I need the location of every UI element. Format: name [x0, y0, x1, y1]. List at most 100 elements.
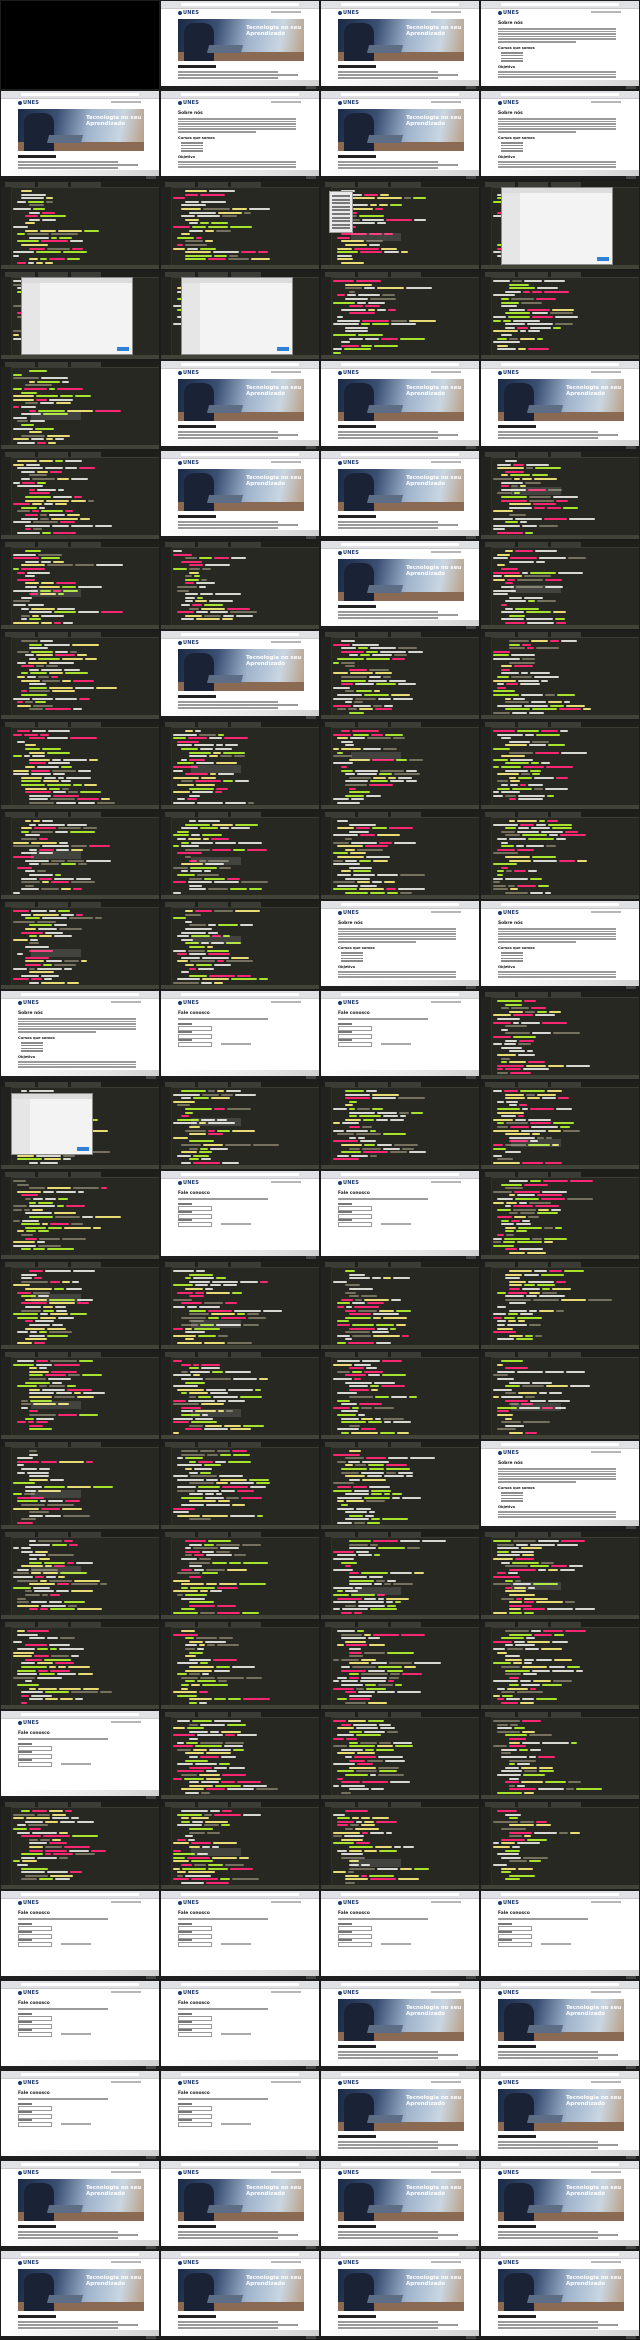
- context-menu[interactable]: [329, 191, 353, 233]
- site-logo[interactable]: UNES: [183, 640, 199, 646]
- site-nav-links[interactable]: [431, 461, 461, 463]
- dialog-sidebar[interactable]: [12, 1099, 30, 1154]
- editor-tab[interactable]: [198, 1442, 228, 1447]
- form-input[interactable]: [178, 1222, 212, 1227]
- editor-tab[interactable]: [358, 272, 388, 277]
- menu-item[interactable]: [332, 216, 350, 219]
- editor-tab[interactable]: [71, 1262, 101, 1267]
- site-nav-links[interactable]: [271, 101, 301, 103]
- editor-tab[interactable]: [518, 272, 548, 277]
- site-nav-links[interactable]: [111, 101, 141, 103]
- editor-tab[interactable]: [358, 1352, 388, 1357]
- editor-tab[interactable]: [38, 812, 68, 817]
- address-bar[interactable]: [21, 1983, 139, 1986]
- editor-tab[interactable]: [551, 812, 581, 817]
- editor-tab[interactable]: [551, 1352, 581, 1357]
- site-logo[interactable]: UNES: [183, 370, 199, 376]
- site-nav-links[interactable]: [271, 1991, 301, 1993]
- address-bar[interactable]: [181, 453, 299, 456]
- address-bar[interactable]: [181, 3, 299, 6]
- editor-tab[interactable]: [551, 722, 581, 727]
- editor-tab[interactable]: [518, 1532, 548, 1537]
- editor-tab[interactable]: [518, 1802, 548, 1807]
- editor-tab[interactable]: [518, 632, 548, 637]
- editor-tab[interactable]: [518, 812, 548, 817]
- site-nav-links[interactable]: [271, 1181, 301, 1183]
- address-bar[interactable]: [181, 993, 299, 996]
- address-bar[interactable]: [501, 903, 619, 906]
- editor-tab[interactable]: [518, 1352, 548, 1357]
- site-logo[interactable]: UNES: [503, 10, 519, 16]
- editor-tab[interactable]: [358, 722, 388, 727]
- site-logo[interactable]: UNES: [23, 1000, 39, 1006]
- editor-tab[interactable]: [198, 1082, 228, 1087]
- editor-tab[interactable]: [391, 1802, 421, 1807]
- form-input[interactable]: [338, 1042, 372, 1047]
- editor-tab[interactable]: [231, 1352, 261, 1357]
- editor-tab[interactable]: [71, 1352, 101, 1357]
- file-open-dialog[interactable]: [21, 277, 133, 355]
- site-nav-links[interactable]: [111, 1001, 141, 1003]
- address-bar[interactable]: [341, 543, 459, 546]
- address-bar[interactable]: [341, 363, 459, 366]
- address-bar[interactable]: [181, 2253, 299, 2256]
- form-input[interactable]: [18, 2032, 52, 2037]
- site-nav-links[interactable]: [271, 371, 301, 373]
- site-nav-links[interactable]: [271, 641, 301, 643]
- editor-tab[interactable]: [71, 812, 101, 817]
- editor-tab[interactable]: [391, 1532, 421, 1537]
- site-nav-links[interactable]: [591, 1901, 621, 1903]
- form-input[interactable]: [498, 1942, 532, 1947]
- editor-tab[interactable]: [198, 182, 228, 187]
- site-logo[interactable]: UNES: [343, 460, 359, 466]
- editor-tab[interactable]: [38, 1172, 68, 1177]
- site-logo[interactable]: UNES: [343, 1180, 359, 1186]
- site-nav-links[interactable]: [591, 2171, 621, 2173]
- editor-tab[interactable]: [358, 1802, 388, 1807]
- site-nav-links[interactable]: [431, 371, 461, 373]
- editor-tab[interactable]: [391, 632, 421, 637]
- address-bar[interactable]: [501, 93, 619, 96]
- site-nav-links[interactable]: [431, 551, 461, 553]
- editor-tab[interactable]: [231, 1802, 261, 1807]
- site-logo[interactable]: UNES: [23, 100, 39, 106]
- address-bar[interactable]: [181, 633, 299, 636]
- site-logo[interactable]: UNES: [343, 10, 359, 16]
- editor-tab[interactable]: [518, 1172, 548, 1177]
- menu-item[interactable]: [332, 198, 350, 201]
- form-input[interactable]: [178, 2122, 212, 2127]
- address-bar[interactable]: [21, 2253, 139, 2256]
- address-bar[interactable]: [501, 2073, 619, 2076]
- site-logo[interactable]: UNES: [343, 910, 359, 916]
- form-input[interactable]: [178, 1942, 212, 1947]
- editor-tab[interactable]: [71, 1082, 101, 1087]
- editor-tab[interactable]: [231, 1082, 261, 1087]
- editor-tab[interactable]: [518, 1622, 548, 1627]
- site-logo[interactable]: UNES: [503, 1900, 519, 1906]
- form-input[interactable]: [178, 2032, 212, 2037]
- site-logo[interactable]: UNES: [503, 2170, 519, 2176]
- editor-tab[interactable]: [391, 1622, 421, 1627]
- form-input[interactable]: [18, 1762, 52, 1767]
- address-bar[interactable]: [21, 1713, 139, 1716]
- address-bar[interactable]: [21, 993, 139, 996]
- editor-tab[interactable]: [231, 1712, 261, 1717]
- address-bar[interactable]: [341, 993, 459, 996]
- editor-tab[interactable]: [231, 1622, 261, 1627]
- site-nav-links[interactable]: [431, 2171, 461, 2173]
- editor-tab[interactable]: [358, 1442, 388, 1447]
- site-logo[interactable]: UNES: [503, 2260, 519, 2266]
- address-bar[interactable]: [181, 2163, 299, 2166]
- editor-tab[interactable]: [551, 452, 581, 457]
- address-bar[interactable]: [501, 2253, 619, 2256]
- editor-tab[interactable]: [71, 1802, 101, 1807]
- editor-tab[interactable]: [38, 1802, 68, 1807]
- site-logo[interactable]: UNES: [23, 2080, 39, 2086]
- address-bar[interactable]: [181, 1173, 299, 1176]
- editor-tab[interactable]: [71, 1622, 101, 1627]
- site-nav-links[interactable]: [591, 1451, 621, 1453]
- address-bar[interactable]: [341, 1173, 459, 1176]
- address-bar[interactable]: [21, 2163, 139, 2166]
- site-logo[interactable]: UNES: [23, 1990, 39, 1996]
- menu-item[interactable]: [332, 220, 350, 223]
